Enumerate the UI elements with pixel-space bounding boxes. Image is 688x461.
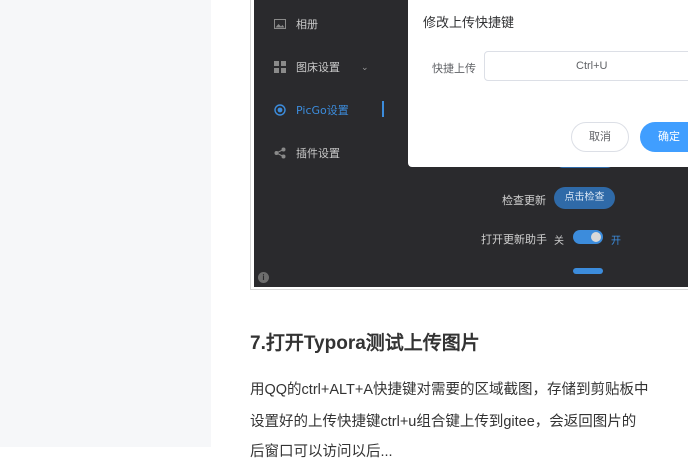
share-icon <box>274 147 286 159</box>
toggle-on-label: 开 <box>611 236 621 247</box>
check-update-button[interactable]: 点击检查 <box>554 187 615 209</box>
sidebar-item-label: 相册 <box>296 18 318 31</box>
sidebar-item-label: 插件设置 <box>296 147 340 160</box>
update-helper-label: 打开更新助手 <box>481 233 547 246</box>
info-icon: i <box>258 272 269 283</box>
left-gutter <box>0 0 211 447</box>
sidebar-item-picbed-settings[interactable]: 图床设置 <box>274 55 340 79</box>
update-helper-toggle[interactable] <box>573 230 603 244</box>
sidebar-item-label: 图床设置 <box>296 61 340 74</box>
chevron-down-icon: ⌄ <box>361 62 369 72</box>
active-nav-indicator <box>382 101 384 117</box>
modal-title: 修改上传快捷键 <box>423 15 515 30</box>
sidebar-item-plugin-settings[interactable]: 插件设置 <box>274 141 340 165</box>
shortcut-field-label: 快捷上传 <box>432 63 476 75</box>
radio-dot-icon <box>274 104 286 116</box>
toggle-off-label: 关 <box>554 236 564 247</box>
image-icon <box>274 19 286 29</box>
section-heading: 7.打开Typora测试上传图片 <box>250 333 480 354</box>
cancel-button[interactable]: 取消 <box>571 122 629 152</box>
sidebar-item-picgo-settings[interactable]: PicGo设置 <box>274 98 349 122</box>
shortcut-input[interactable]: Ctrl+U <box>484 51 688 81</box>
paragraph-line: 设置好的上传快捷键ctrl+u组合键上传到gitee，会返回图片的 <box>250 414 637 430</box>
shortcut-modal: 修改上传快捷键 快捷上传 Ctrl+U 取消 确定 <box>408 0 688 167</box>
paragraph-line: 用QQ的ctrl+ALT+A快捷键对需要的区域截图，存储到剪贴板中 <box>250 382 649 398</box>
paragraph-line: 后窗口可以访问以后... <box>250 444 393 460</box>
confirm-button[interactable]: 确定 <box>640 122 688 152</box>
grid-icon <box>274 61 286 73</box>
sidebar-item-label: PicGo设置 <box>296 104 349 117</box>
toggle-knob <box>591 232 601 242</box>
partial-toggle[interactable] <box>573 268 603 274</box>
sidebar-item-album[interactable]: 相册 <box>274 12 318 36</box>
check-update-label: 检查更新 <box>502 194 546 207</box>
